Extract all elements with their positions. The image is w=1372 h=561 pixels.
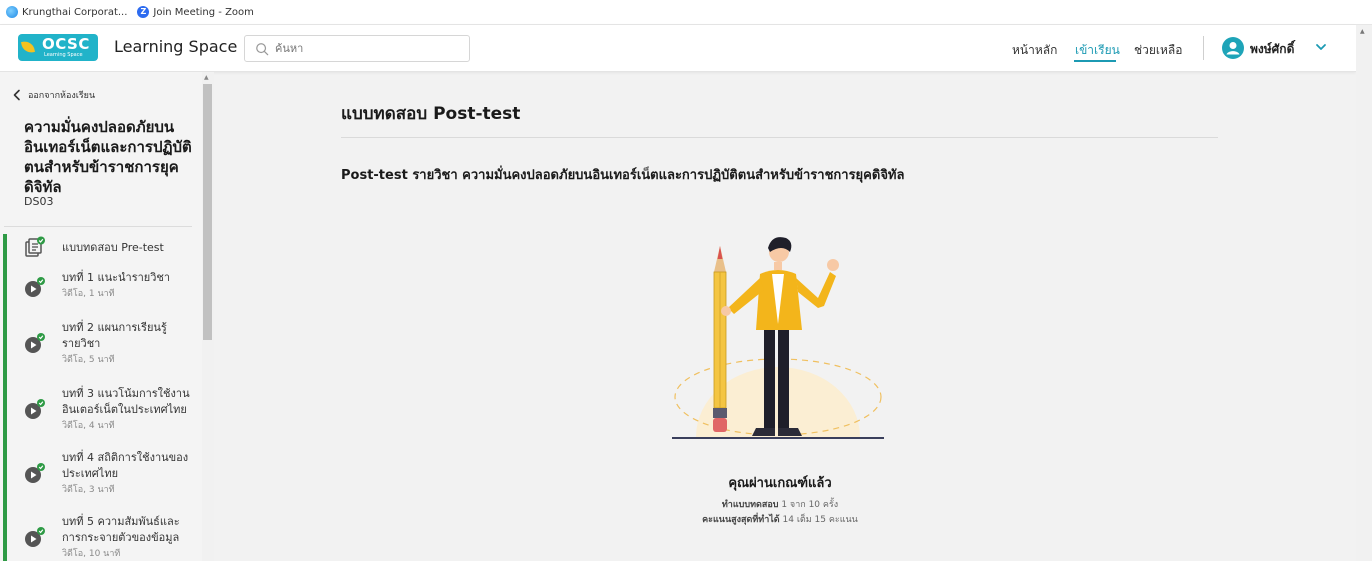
- zoom-icon: Z: [137, 6, 150, 18]
- bookmarks-bar: Krungthai Corporat... Z Join Meeting - Z…: [0, 0, 1372, 25]
- bookmark-krungthai[interactable]: Krungthai Corporat...: [6, 6, 127, 18]
- user-name[interactable]: พงษ์ศักดิ์: [1250, 40, 1294, 59]
- lesson-duration: วิดีโอ, 1 นาที: [62, 289, 115, 299]
- attempt-info: ทำแบบทดสอบ 1 จาก 10 ครั้ง: [560, 497, 1000, 511]
- attempt-value: 1 จาก 10 ครั้ง: [781, 500, 839, 510]
- chevron-down-icon[interactable]: [1314, 40, 1328, 54]
- search-icon: [256, 42, 269, 55]
- page-scrollbar[interactable]: [1356, 25, 1372, 561]
- course-code: DS03: [24, 195, 54, 208]
- play-icon: [25, 277, 45, 297]
- course-sidebar: ออกจากห้องเรียน ความมั่นคงปลอดภัยบนอินเท…: [0, 72, 202, 561]
- chevron-left-icon: [13, 89, 20, 101]
- page-title: แบบทดสอบ Post-test: [341, 104, 521, 124]
- play-icon: [25, 399, 45, 419]
- play-icon: [25, 527, 45, 547]
- exit-classroom-link[interactable]: ออกจากห้องเรียน: [12, 88, 95, 102]
- completion-bar: [3, 234, 7, 561]
- quiz-icon: [25, 236, 45, 257]
- sidebar-scroll-thumb[interactable]: [203, 84, 212, 340]
- course-title: ความมั่นคงปลอดภัยบนอินเทอร์เน็ตและการปฏิ…: [24, 118, 192, 196]
- score-label: คะแนนสูงสุดที่ทำได้: [702, 515, 780, 525]
- nav-help[interactable]: ช่วยเหลือ: [1134, 41, 1183, 60]
- play-icon: [25, 333, 45, 353]
- user-avatar[interactable]: [1222, 37, 1244, 59]
- bookmark-zoom[interactable]: Z Join Meeting - Zoom: [137, 6, 254, 18]
- test-subject: Post-test รายวิชา ความมั่นคงปลอดภัยบนอิน…: [341, 168, 905, 183]
- leaf-icon: [21, 40, 35, 54]
- lesson-duration: วิดีโอ, 10 นาที: [62, 549, 121, 559]
- logo-text: OCSC: [42, 35, 90, 53]
- score-info: คะแนนสูงสุดที่ทำได้ 14 เต็ม 15 คะแนน: [560, 512, 1000, 526]
- lesson-title: บทที่ 3 แนวโน้มการใช้งานอินเตอร์เน็ตในปร…: [62, 387, 190, 416]
- sidebar-divider: [4, 226, 192, 227]
- app-title: Learning Space: [114, 37, 238, 56]
- search-box[interactable]: [244, 35, 470, 62]
- nav-home[interactable]: หน้าหลัก: [1012, 41, 1057, 60]
- scroll-up-arrow-icon[interactable]: ▲: [204, 74, 209, 81]
- pass-message: คุณผ่านเกณฑ์แล้ว: [728, 476, 832, 491]
- attempt-label: ทำแบบทดสอบ: [721, 500, 779, 510]
- bookmark-label: Join Meeting - Zoom: [153, 6, 254, 18]
- lesson-title: บทที่ 4 สถิติการใช้งานของประเทศไทย: [62, 451, 189, 480]
- active-nav-underline: [1074, 60, 1116, 62]
- bookmark-label: Krungthai Corporat...: [22, 6, 128, 18]
- lesson-title: บทที่ 2 แผนการเรียนรู้รายวิชา: [62, 321, 167, 350]
- scroll-up-arrow-icon[interactable]: ▲: [1360, 28, 1365, 35]
- top-header: OCSC Learning Space Learning Space หน้าห…: [0, 25, 1356, 72]
- lesson-title: บทที่ 5 ความสัมพันธ์และการกระจายตัวของข้…: [62, 515, 180, 544]
- nav-learn[interactable]: เข้าเรียน: [1075, 41, 1120, 60]
- header-divider: [1203, 36, 1204, 60]
- logo-subtext: Learning Space: [44, 52, 83, 58]
- user-icon: [1226, 42, 1240, 55]
- ocsc-logo[interactable]: OCSC Learning Space: [18, 34, 98, 61]
- lesson-title: บทที่ 1 แนะนำรายวิชา: [62, 271, 171, 284]
- lesson-duration: วิดีโอ, 5 นาที: [62, 355, 115, 365]
- lesson-duration: วิดีโอ, 4 นาที: [62, 421, 115, 431]
- lesson-title: แบบทดสอบ Pre-test: [62, 241, 164, 254]
- title-divider: [341, 137, 1218, 138]
- play-icon: [25, 463, 45, 483]
- lesson-duration: วิดีโอ, 3 นาที: [62, 485, 115, 495]
- krungthai-icon: [6, 6, 18, 18]
- pencil-man-illustration: [672, 237, 884, 439]
- score-value: 14 เต็ม 15 คะแนน: [782, 515, 858, 525]
- search-input[interactable]: [275, 42, 455, 55]
- exit-classroom-label: ออกจากห้องเรียน: [28, 91, 96, 101]
